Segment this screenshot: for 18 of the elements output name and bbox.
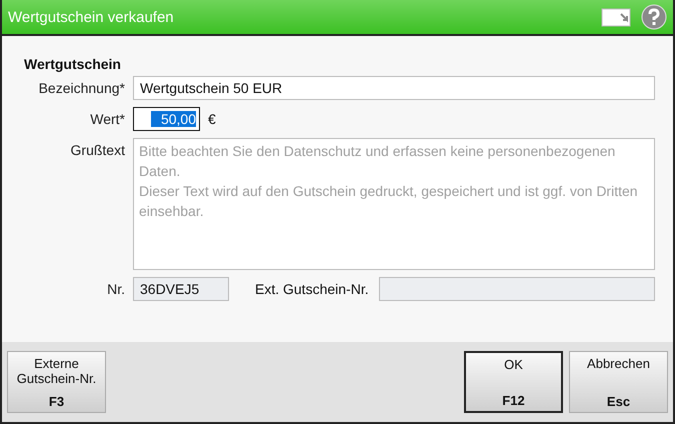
field-label: Bezeichnung* (38, 79, 125, 98)
number-field: 36DVEJ5 (133, 277, 229, 301)
section-title: Wertgutschein (24, 56, 122, 72)
field-label: Wert* (89, 110, 125, 129)
input-field[interactable]: Wertgutschein 50 EUR (133, 76, 655, 100)
field-label: Nr. (106, 280, 125, 299)
window-title: Wertgutschein verkaufen (8, 8, 175, 26)
external-number-field[interactable] (378, 277, 655, 301)
dialog-button[interactable]: OK F12 (464, 351, 563, 413)
amount-field[interactable]: 50,00 (133, 107, 200, 131)
window-icon[interactable] (601, 6, 633, 28)
currency-label: € (208, 111, 216, 127)
greeting-text-field[interactable]: Bitte beachten Sie den Datenschutz und erfassen keine personenbezogenen Daten. Dieser Text wird auf den Gutschein gedruckt, gespeichert und ist ggf. von Dritten einsehbar. (133, 138, 655, 270)
field-label: Grußtext (70, 141, 125, 160)
dialog-button[interactable]: Externe Gutschein-Nr. F3 (7, 351, 106, 413)
field-label: Ext. Gutschein-Nr. (255, 281, 369, 297)
help-icon[interactable] (641, 4, 667, 30)
dialog-button[interactable]: Abbrechen Esc (569, 351, 668, 413)
